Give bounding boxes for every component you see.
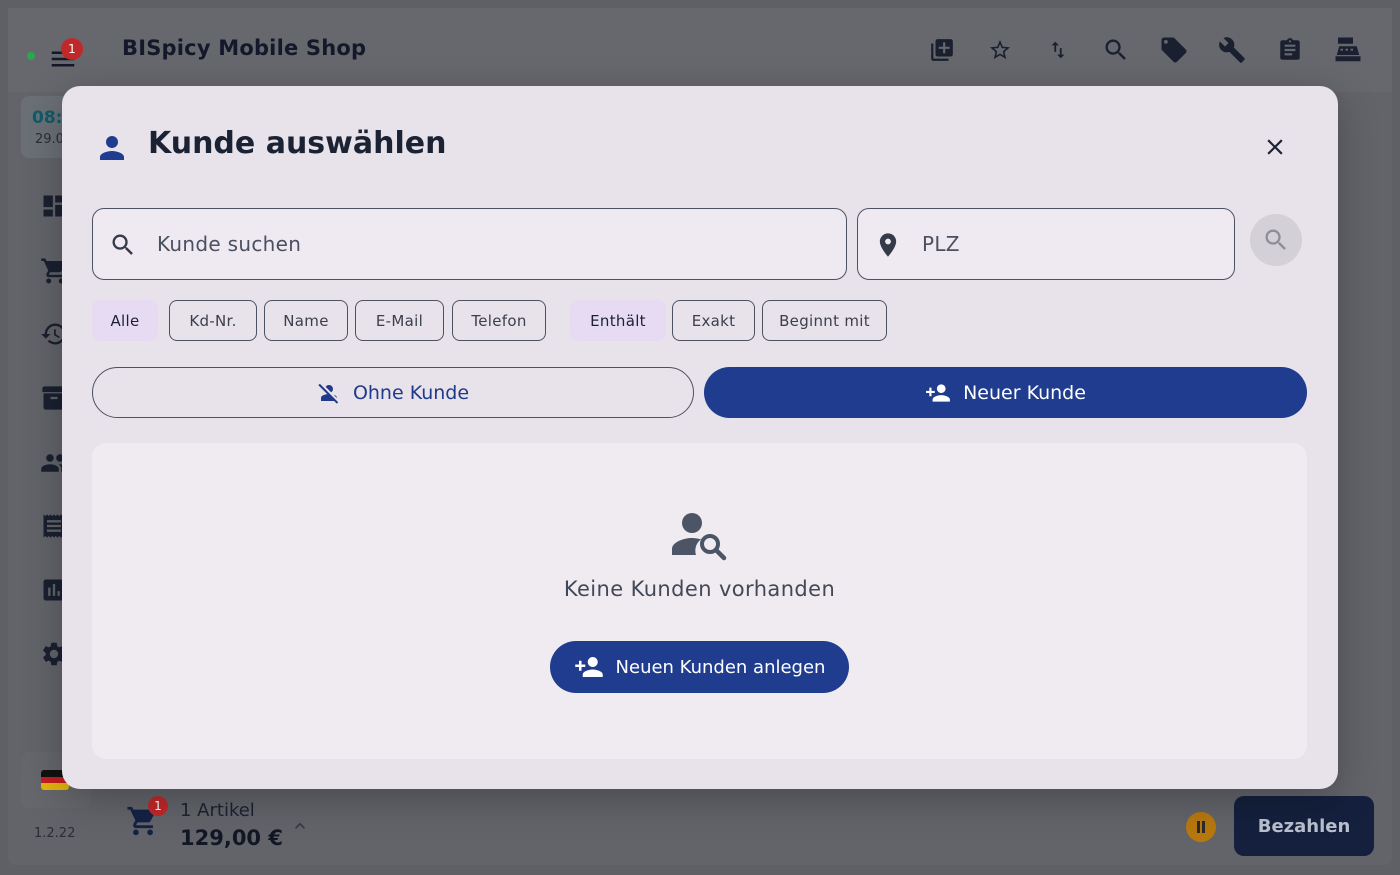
- online-status-dot: [27, 52, 35, 60]
- pause-icon: [1197, 821, 1205, 833]
- close-icon: [1267, 139, 1283, 155]
- search-icon: [109, 231, 137, 259]
- search-submit-button[interactable]: [1250, 214, 1302, 266]
- chip-contains[interactable]: Enthält: [570, 300, 666, 341]
- postal-code-input[interactable]: [922, 209, 1218, 278]
- chip-customer-number[interactable]: Kd-Nr.: [169, 300, 257, 341]
- dialog-title: Kunde auswählen: [148, 126, 447, 161]
- clock-date: 29.0: [35, 132, 64, 147]
- add-box-icon[interactable]: [913, 30, 971, 70]
- chip-email[interactable]: E-Mail: [355, 300, 444, 341]
- person-off-icon: [318, 383, 339, 404]
- menu-badge: 1: [61, 38, 83, 60]
- search-icon: [1265, 229, 1286, 250]
- empty-state-text: Keine Kunden vorhanden: [563, 577, 836, 601]
- location-pin-icon: [874, 231, 902, 259]
- chip-phone[interactable]: Telefon: [452, 300, 546, 341]
- chip-exact[interactable]: Exakt: [672, 300, 755, 341]
- chevron-up-icon[interactable]: [290, 816, 310, 836]
- cart-badge: 1: [148, 796, 168, 816]
- chip-begins-with[interactable]: Beginnt mit: [762, 300, 887, 341]
- person-add-icon: [926, 383, 950, 402]
- cash-register-icon[interactable]: [1319, 30, 1377, 70]
- create-customer-button[interactable]: Neuen Kunden anlegen: [550, 641, 849, 693]
- customer-search-input[interactable]: [157, 209, 830, 278]
- cart-total: 129,00 €: [180, 826, 283, 850]
- person-search-icon: [670, 511, 728, 561]
- tag-icon[interactable]: [1145, 30, 1203, 70]
- clipboard-icon[interactable]: [1261, 30, 1319, 70]
- new-customer-label: Neuer Kunde: [963, 381, 1086, 404]
- chip-name[interactable]: Name: [264, 300, 348, 341]
- new-customer-button[interactable]: Neuer Kunde: [704, 367, 1307, 418]
- chip-all[interactable]: Alle: [92, 300, 158, 341]
- empty-results-panel: Keine Kunden vorhanden Neuen Kunden anle…: [92, 443, 1307, 759]
- person-icon: [94, 130, 130, 166]
- top-bar: 1 BISpicy Mobile Shop: [8, 8, 1392, 92]
- app-title: BISpicy Mobile Shop: [122, 36, 367, 60]
- select-customer-dialog: Kunde auswählen Alle Kd-Nr. Name E-Mail …: [62, 86, 1338, 789]
- cart-bar: 1 1 Artikel 129,00 € Bezahlen: [98, 778, 1392, 865]
- search-icon[interactable]: [1087, 30, 1145, 70]
- swap-vertical-icon[interactable]: [1029, 30, 1087, 70]
- cart-item-count: 1 Artikel: [180, 800, 255, 821]
- pay-button[interactable]: Bezahlen: [1234, 796, 1374, 856]
- create-customer-label: Neuen Kunden anlegen: [615, 656, 826, 678]
- customer-search-field: [92, 208, 847, 280]
- no-customer-label: Ohne Kunde: [352, 381, 470, 404]
- close-button[interactable]: [1258, 130, 1292, 164]
- toolbar-icons: [913, 30, 1377, 70]
- wrench-icon[interactable]: [1203, 30, 1261, 70]
- postal-code-field: [857, 208, 1235, 280]
- pause-button[interactable]: [1186, 812, 1216, 842]
- app-version: 1.2.22: [34, 826, 76, 841]
- no-customer-button[interactable]: Ohne Kunde: [92, 367, 694, 418]
- person-add-icon: [574, 657, 603, 677]
- star-outline-icon[interactable]: [971, 30, 1029, 70]
